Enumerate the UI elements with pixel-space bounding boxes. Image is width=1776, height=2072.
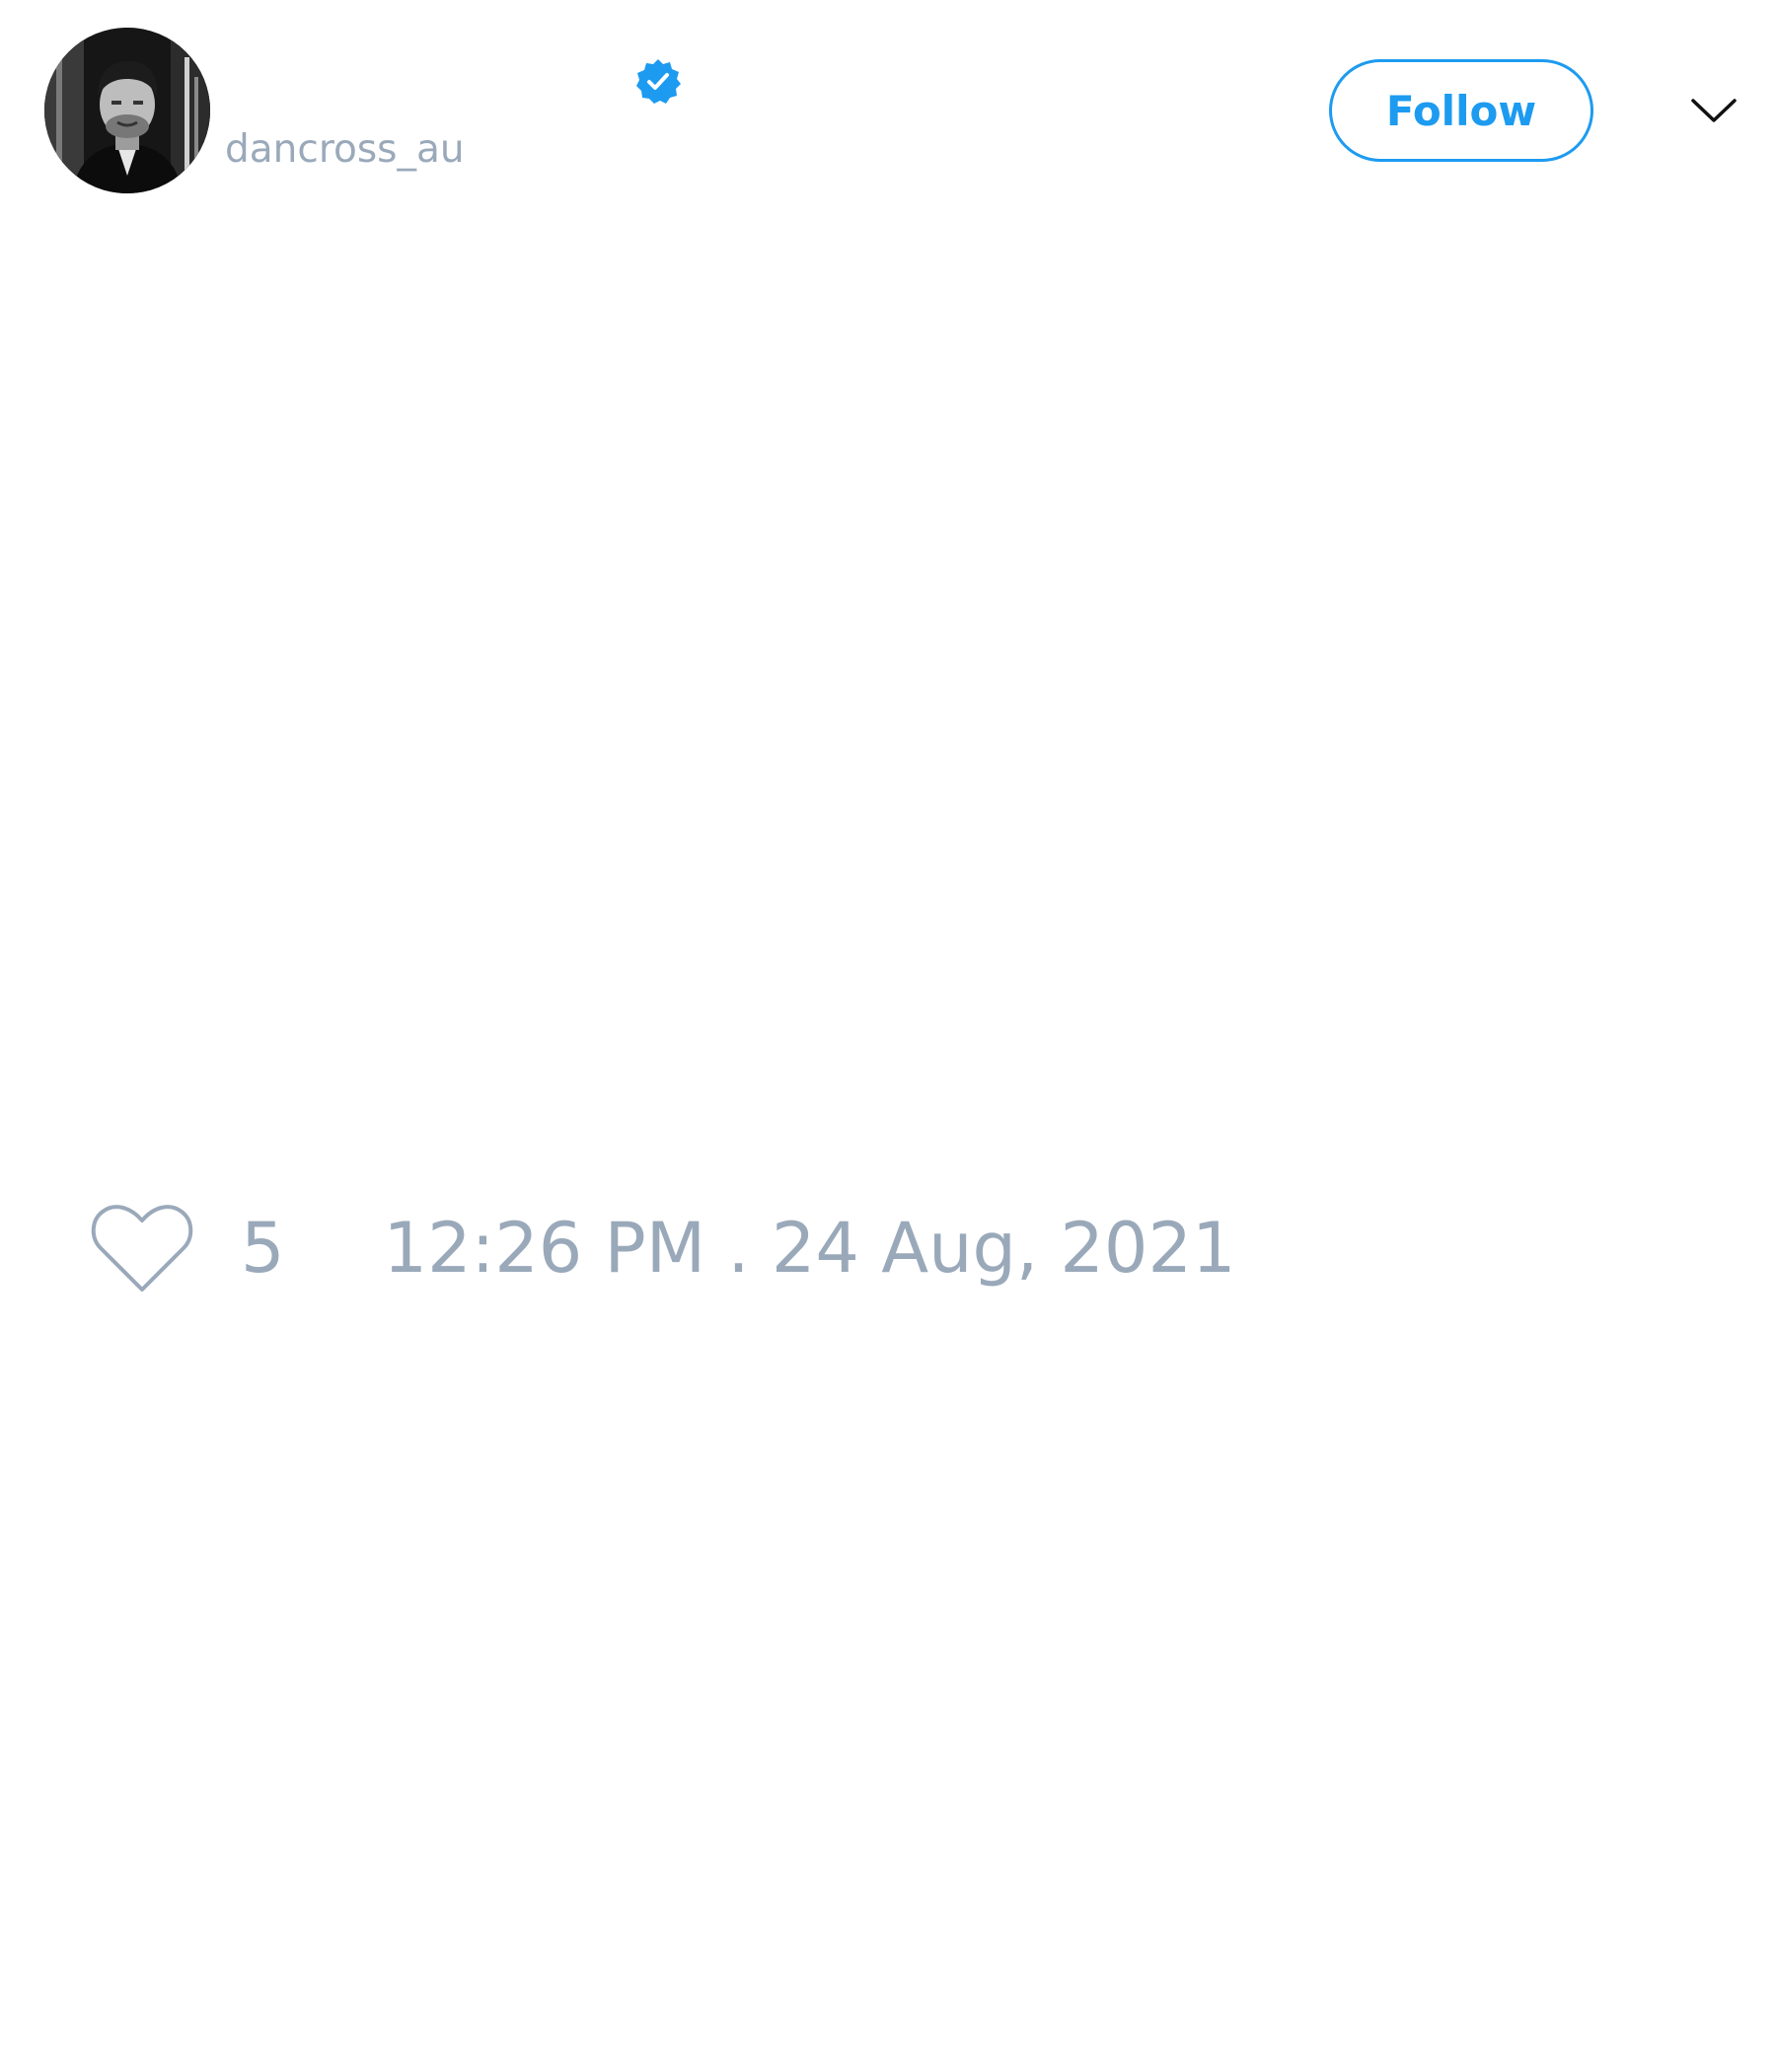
- user-handle[interactable]: dancross_au: [225, 126, 465, 174]
- tweet-timestamp[interactable]: 12:26 PM . 24 Aug, 2021: [384, 1214, 1236, 1283]
- verified-badge-icon: [636, 59, 681, 104]
- chevron-down-icon: [1691, 99, 1737, 122]
- heart-outline-icon: [91, 1205, 193, 1292]
- like-button[interactable]: [89, 1199, 197, 1297]
- tweet-footer: 5 12:26 PM . 24 Aug, 2021: [89, 1194, 1236, 1302]
- profile-photo-icon: [44, 28, 210, 193]
- follow-button[interactable]: Follow: [1329, 59, 1593, 162]
- more-options-button[interactable]: [1687, 87, 1740, 134]
- avatar[interactable]: [44, 28, 210, 193]
- like-count: 5: [241, 1208, 285, 1289]
